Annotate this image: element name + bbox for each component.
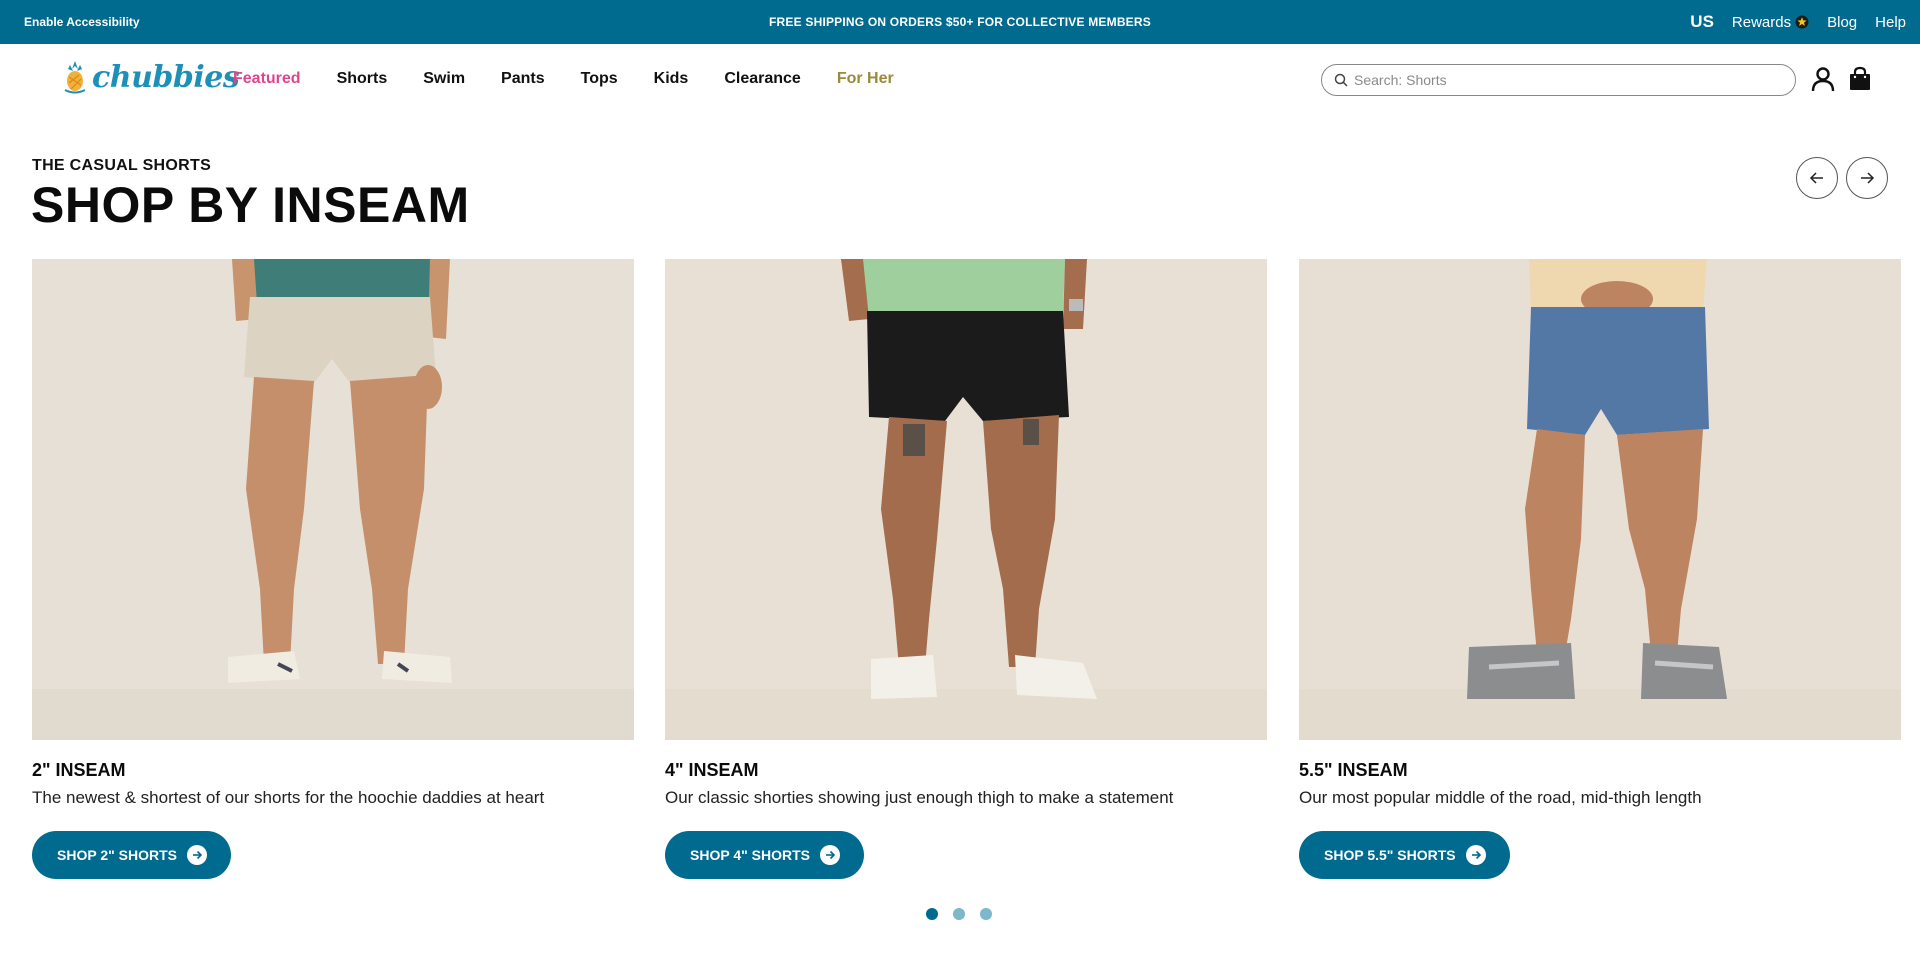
carousel-prev-button[interactable] xyxy=(1796,157,1838,199)
arrow-right-icon xyxy=(186,845,207,865)
nav-item-featured[interactable]: Featured xyxy=(233,70,301,88)
logo-wordmark: chubbies xyxy=(92,59,240,95)
model-photo-4in xyxy=(665,259,1267,740)
utility-links: US Rewards Blog Help xyxy=(1690,0,1906,44)
carousel-dot[interactable] xyxy=(980,908,992,920)
nav-item-kids[interactable]: Kids xyxy=(654,70,689,88)
card-description: Our classic shorties showing just enough… xyxy=(665,788,1174,807)
region-selector[interactable]: US xyxy=(1690,12,1714,32)
model-photo-2in xyxy=(32,259,634,740)
star-icon xyxy=(1795,15,1809,29)
nav-item-shorts[interactable]: Shorts xyxy=(337,70,388,88)
carousel-next-button[interactable] xyxy=(1846,157,1888,199)
announcement-bar: FREE SHIPPING ON ORDERS $50+ FOR COLLECT… xyxy=(0,0,1920,44)
card-description: The newest & shortest of our shorts for … xyxy=(32,788,545,807)
card-title: 5.5" INSEAM xyxy=(1299,760,1408,780)
arrow-right-icon xyxy=(1861,172,1875,184)
blog-link[interactable]: Blog xyxy=(1827,14,1857,31)
button-label: SHOP 5.5" SHORTS xyxy=(1324,847,1456,863)
rewards-link[interactable]: Rewards xyxy=(1732,14,1809,31)
carousel-dot-active[interactable] xyxy=(926,908,938,920)
nav-item-pants[interactable]: Pants xyxy=(501,70,545,88)
rewards-label: Rewards xyxy=(1731,13,1792,31)
button-label: SHOP 4" SHORTS xyxy=(690,847,810,863)
main-nav: Featured Shorts Swim Pants Tops Kids Cle… xyxy=(233,44,894,114)
product-image[interactable] xyxy=(1299,259,1901,740)
shop-2in-shorts-button[interactable]: SHOP 2" SHORTS xyxy=(32,831,231,879)
nav-item-clearance[interactable]: Clearance xyxy=(724,70,801,88)
model-photo-5-5in xyxy=(1299,259,1901,740)
nav-item-for-her[interactable]: For Her xyxy=(837,70,894,88)
section-title: SHOP BY INSEAM xyxy=(31,177,470,233)
card-title: 4" INSEAM xyxy=(665,760,759,780)
bag-icon[interactable] xyxy=(1847,66,1873,92)
carousel-pagination xyxy=(926,908,992,920)
site-header: chubbies Featured Shorts Swim Pants Tops… xyxy=(0,44,1920,114)
product-image[interactable] xyxy=(665,259,1267,740)
pineapple-icon xyxy=(64,61,86,94)
nav-item-swim[interactable]: Swim xyxy=(423,70,465,88)
product-card: 5.5" INSEAM Our most popular middle of t… xyxy=(1299,259,1901,879)
shop-5-5in-shorts-button[interactable]: SHOP 5.5" SHORTS xyxy=(1299,831,1510,879)
account-icon[interactable] xyxy=(1810,66,1836,92)
logo[interactable]: chubbies xyxy=(62,57,240,97)
help-link[interactable]: Help xyxy=(1875,14,1906,31)
promo-text: FREE SHIPPING ON ORDERS $50+ FOR COLLECT… xyxy=(769,15,1151,29)
nav-item-tops[interactable]: Tops xyxy=(581,70,618,88)
enable-accessibility-link[interactable]: Enable Accessibility xyxy=(24,0,140,44)
card-title: 2" INSEAM xyxy=(32,760,126,780)
product-card: 2" INSEAM The newest & shortest of our s… xyxy=(32,259,634,879)
arrow-left-icon xyxy=(1809,172,1823,184)
shop-4in-shorts-button[interactable]: SHOP 4" SHORTS xyxy=(665,831,864,879)
arrow-right-icon xyxy=(819,845,840,865)
search-box[interactable] xyxy=(1321,64,1796,96)
section-eyebrow: THE CASUAL SHORTS xyxy=(32,157,212,174)
product-card: 4" INSEAM Our classic shorties showing j… xyxy=(665,259,1267,879)
button-label: SHOP 2" SHORTS xyxy=(57,847,177,863)
carousel-dot[interactable] xyxy=(953,908,965,920)
search-input[interactable] xyxy=(1354,72,1795,88)
product-image[interactable] xyxy=(32,259,634,740)
arrow-right-icon xyxy=(1465,845,1486,865)
card-description: Our most popular middle of the road, mid… xyxy=(1299,788,1702,807)
search-icon xyxy=(1334,73,1348,87)
